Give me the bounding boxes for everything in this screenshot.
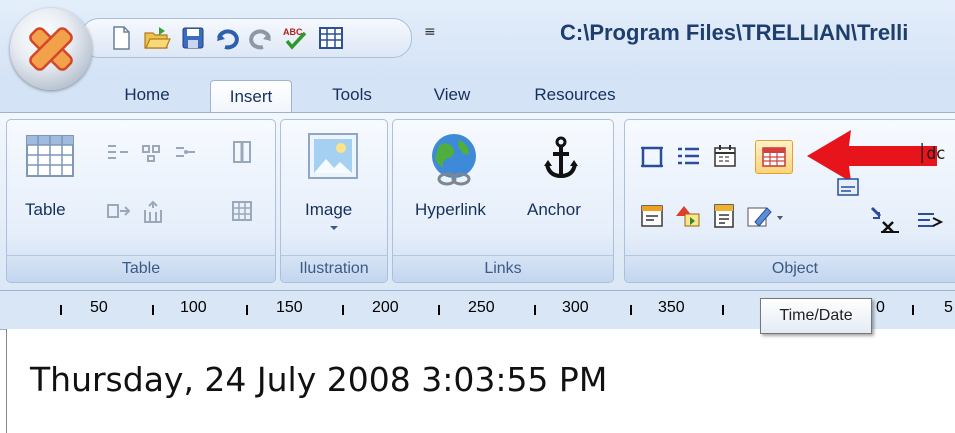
close-x-icon xyxy=(29,27,73,71)
undo-icon[interactable] xyxy=(213,25,241,51)
note-icon[interactable] xyxy=(639,202,667,230)
object-group-label: Object xyxy=(625,255,955,282)
anchor-icon[interactable] xyxy=(543,136,579,180)
object-group: │dc Object xyxy=(624,119,955,283)
ruler-label: 50 xyxy=(90,299,108,316)
ruler-label: 100 xyxy=(180,299,207,316)
ruler-label: 300 xyxy=(562,299,589,316)
table-grid-icon[interactable] xyxy=(231,200,253,222)
ruler-tick xyxy=(912,305,914,315)
form-field-icon[interactable] xyxy=(835,176,861,200)
application-menu-button[interactable] xyxy=(10,8,92,90)
abc-field-icon[interactable]: │dc xyxy=(917,144,946,164)
image-icon[interactable] xyxy=(307,132,359,180)
ruler-tick xyxy=(152,305,154,315)
customize-toolbar-dropdown[interactable]: ≡ xyxy=(424,24,436,40)
insert-row-above-icon[interactable] xyxy=(105,142,131,162)
ruler-label: 5 xyxy=(944,299,953,316)
illustration-group: Image Ilustration xyxy=(280,119,388,283)
calendar-form-icon[interactable] xyxy=(711,142,739,170)
merge-cells-icon[interactable] xyxy=(173,142,199,162)
table-icon[interactable] xyxy=(317,25,345,51)
column-icon[interactable] xyxy=(231,140,253,164)
table-group-label: Table xyxy=(7,255,275,282)
illustration-group-label: Ilustration xyxy=(281,255,387,282)
pen-tool-icon[interactable] xyxy=(745,202,785,230)
ruler-label: 150 xyxy=(276,299,303,316)
ruler-tick xyxy=(438,305,440,315)
ruler-tick xyxy=(342,305,344,315)
ruler-label: 0 xyxy=(876,299,885,316)
ribbon: Table Table Image Ilustration Hyperlink xyxy=(0,112,955,291)
insert-column-icon[interactable] xyxy=(105,200,131,222)
save-icon[interactable] xyxy=(179,25,207,51)
quick-access-toolbar: ABC xyxy=(80,18,412,58)
links-group-label: Links xyxy=(393,255,613,282)
tab-home[interactable]: Home xyxy=(112,78,182,112)
globe-link-icon[interactable] xyxy=(425,130,483,188)
svg-text:ABC: ABC xyxy=(283,27,303,37)
ribbon-tab-bar: Home Insert Tools View Resources xyxy=(0,78,955,114)
time-date-button[interactable] xyxy=(755,140,793,174)
tab-view[interactable]: View xyxy=(424,78,480,112)
tab-insert[interactable]: Insert xyxy=(210,80,292,114)
links-group: Hyperlink Anchor Links xyxy=(392,119,614,283)
ruler-tick xyxy=(722,305,724,315)
document-icon[interactable] xyxy=(711,202,737,230)
tab-resources[interactable]: Resources xyxy=(520,78,630,112)
new-document-icon[interactable] xyxy=(107,25,135,51)
table-button[interactable]: Table xyxy=(25,200,66,220)
ruler-label: 200 xyxy=(372,299,399,316)
time-date-icon xyxy=(762,147,786,167)
redo-icon[interactable] xyxy=(247,25,275,51)
ruler-label: 250 xyxy=(468,299,495,316)
spellcheck-icon[interactable]: ABC xyxy=(281,25,309,51)
document-text[interactable]: Thursday, 24 July 2008 3:03:55 PM xyxy=(30,360,607,399)
ruler-tick xyxy=(60,305,62,315)
anchor-button[interactable]: Anchor xyxy=(527,200,581,220)
distribute-icon[interactable] xyxy=(141,200,165,224)
ruler-tick xyxy=(534,305,536,315)
window-title: C:\Program Files\TRELLIAN\Trelli xyxy=(560,20,909,45)
open-folder-icon[interactable] xyxy=(143,25,171,51)
chevron-down-icon[interactable] xyxy=(329,224,339,232)
insert-field-icon[interactable] xyxy=(915,208,945,232)
delete-field-icon[interactable] xyxy=(869,204,901,234)
frame-icon[interactable] xyxy=(639,144,665,170)
ruler-tick xyxy=(246,305,248,315)
hyperlink-button[interactable]: Hyperlink xyxy=(415,200,486,220)
time-date-tooltip: Time/Date xyxy=(760,298,872,334)
image-button[interactable]: Image xyxy=(305,200,352,220)
table-group: Table Table xyxy=(6,119,276,283)
tab-tools[interactable]: Tools xyxy=(322,78,382,112)
import-object-icon[interactable] xyxy=(673,202,703,230)
list-icon[interactable] xyxy=(675,144,701,170)
ruler-tick xyxy=(630,305,632,315)
insert-table-icon[interactable] xyxy=(25,134,75,178)
ruler-label: 350 xyxy=(658,299,685,316)
split-cells-icon[interactable] xyxy=(139,142,165,162)
